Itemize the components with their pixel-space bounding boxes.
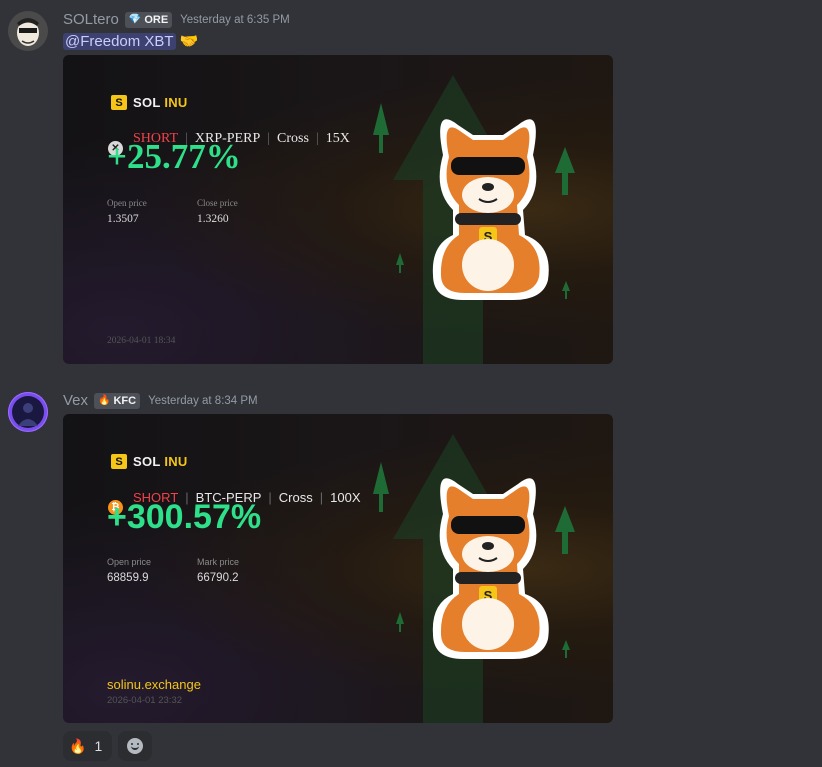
server-tag-label: ORE bbox=[144, 13, 169, 26]
price-value: 66790.2 bbox=[197, 572, 239, 584]
server-tag[interactable]: 💎 ORE bbox=[124, 11, 173, 28]
price-value: 1.3507 bbox=[107, 213, 139, 225]
shiba-dog-icon: S bbox=[432, 478, 549, 659]
price-value: 68859.9 bbox=[107, 572, 149, 584]
brand-name-inu: INU bbox=[164, 95, 188, 110]
open-price-block: Open price 68859.9 bbox=[107, 557, 151, 584]
brand-name: SOL INU bbox=[133, 95, 188, 110]
pnl-card-image[interactable]: S S SOL INU ₿ SHORT | BTC-PERP | Cross |… bbox=[63, 414, 613, 723]
reactions-bar: 🔥 1 bbox=[63, 731, 153, 761]
brand-name-inu: INU bbox=[164, 454, 188, 469]
handshake-emoji: 🤝 bbox=[179, 33, 199, 50]
separator: | bbox=[319, 490, 324, 505]
leverage: 100X bbox=[330, 490, 361, 505]
brand-name: SOL INU bbox=[133, 454, 188, 469]
pnl-percentage: +25.77% bbox=[107, 137, 241, 176]
message-header: Vex 🔥 KFC Yesterday at 8:34 PM bbox=[63, 392, 258, 409]
price-value: 1.3260 bbox=[197, 213, 229, 225]
smile-icon bbox=[127, 738, 144, 754]
card-datetime: 2026-04-01 23:32 bbox=[107, 695, 183, 706]
user-mention[interactable]: @Freedom XBT bbox=[63, 32, 176, 50]
message-content: @Freedom XBT 🤝 bbox=[63, 32, 198, 50]
diamond-icon: 💎 bbox=[128, 14, 142, 25]
pnl-card-image[interactable]: S S SOL INU ✕ SHORT | XRP-PERP | Cross |… bbox=[63, 55, 613, 364]
shiba-dog-icon: S bbox=[432, 119, 549, 301]
price-label: Mark price bbox=[197, 557, 240, 567]
brand-name-sol: SOL bbox=[133, 454, 161, 469]
server-tag-label: KFC bbox=[113, 394, 137, 407]
separator: | bbox=[315, 130, 319, 146]
username[interactable]: Vex bbox=[63, 392, 88, 409]
brand-logo: S bbox=[111, 95, 127, 110]
leverage: 15X bbox=[325, 130, 350, 146]
mark-price-block: Mark price 66790.2 bbox=[197, 557, 239, 584]
price-label: Open price bbox=[107, 557, 152, 567]
username[interactable]: SOLtero bbox=[63, 11, 119, 28]
message-timestamp: Yesterday at 6:35 PM bbox=[180, 13, 290, 26]
user-avatar[interactable] bbox=[8, 11, 48, 51]
message-timestamp: Yesterday at 8:34 PM bbox=[148, 394, 258, 407]
user-avatar[interactable] bbox=[8, 392, 48, 432]
server-tag[interactable]: 🔥 KFC bbox=[94, 392, 141, 409]
card-datetime: 2026-04-01 18:34 bbox=[107, 336, 176, 346]
price-label: Close price bbox=[197, 198, 238, 208]
fire-icon: 🔥 bbox=[98, 395, 111, 406]
fire-icon: 🔥 bbox=[69, 737, 87, 754]
close-price-block: Close price 1.3260 bbox=[197, 198, 238, 225]
brand-header: S SOL INU bbox=[111, 454, 188, 469]
reaction-count: 1 bbox=[94, 738, 103, 754]
brand-logo: S bbox=[111, 454, 127, 469]
margin-mode: Cross bbox=[277, 130, 309, 146]
exchange-site: solinu.exchange bbox=[107, 677, 201, 692]
pnl-percentage: +300.57% bbox=[107, 498, 262, 536]
message-header: SOLtero 💎 ORE Yesterday at 6:35 PM bbox=[63, 11, 290, 28]
margin-mode: Cross bbox=[278, 490, 313, 505]
brand-header: S SOL INU bbox=[111, 95, 188, 110]
open-price-block: Open price 1.3507 bbox=[107, 198, 147, 225]
separator: | bbox=[268, 490, 272, 505]
brand-name-sol: SOL bbox=[133, 95, 161, 110]
price-label: Open price bbox=[107, 198, 147, 208]
reaction-fire[interactable]: 🔥 1 bbox=[63, 731, 113, 761]
separator: | bbox=[267, 130, 271, 146]
add-reaction-button[interactable] bbox=[118, 731, 153, 761]
